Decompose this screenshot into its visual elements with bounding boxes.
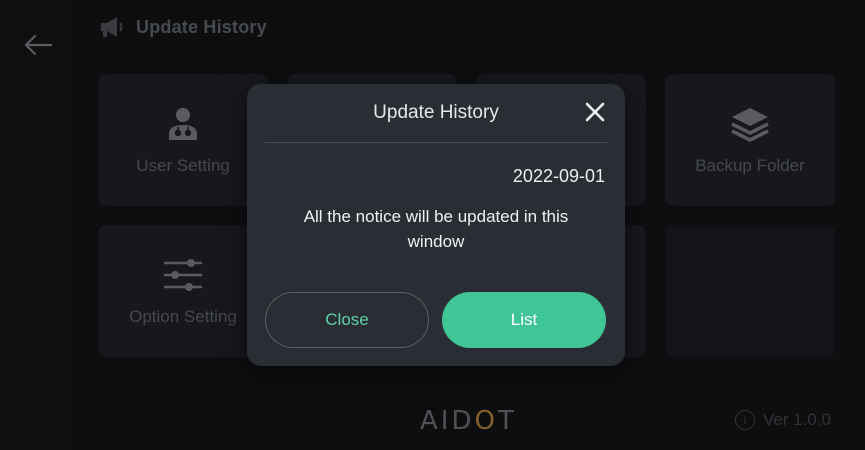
notice-date: 2022-09-01 <box>512 166 605 186</box>
update-history-dialog: Update History 2022-09-01 All the notice… <box>247 84 625 366</box>
close-button[interactable]: Close <box>265 292 429 348</box>
dialog-divider <box>265 142 607 143</box>
dialog-close-button[interactable] <box>583 100 607 124</box>
close-icon <box>585 102 605 122</box>
list-button[interactable]: List <box>442 292 606 348</box>
dialog-title: Update History <box>373 102 499 123</box>
notice-message: All the notice will be updated in this w… <box>303 207 569 251</box>
settings-screen: Update History User Setting Backup Folde… <box>0 0 865 450</box>
